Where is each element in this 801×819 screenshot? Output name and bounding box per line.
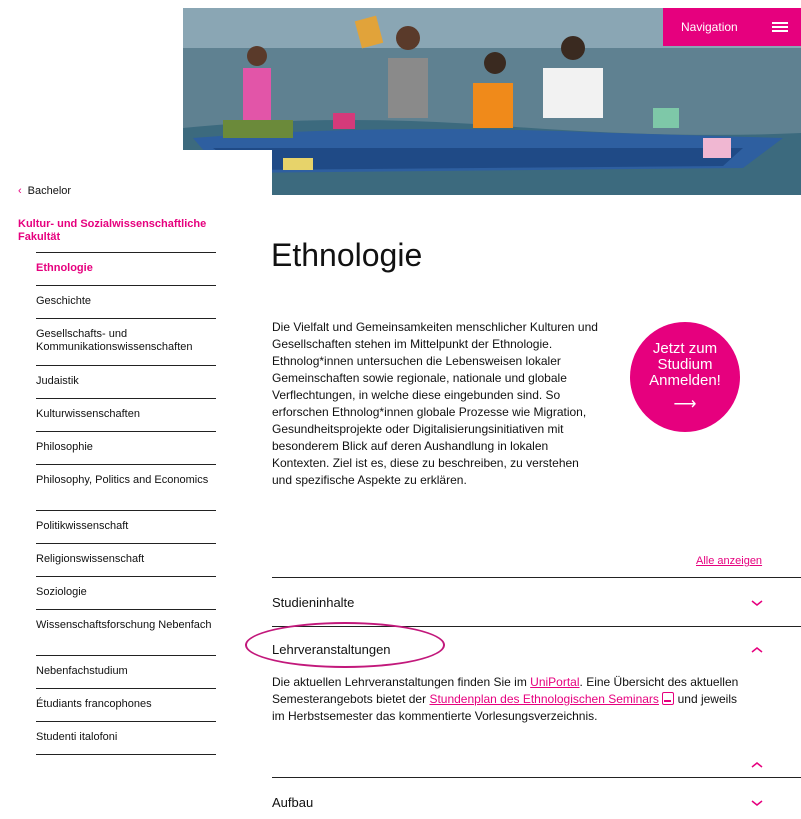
chevron-down-icon[interactable] — [750, 798, 764, 808]
chevron-down-icon[interactable] — [750, 598, 764, 608]
sidebar-item-religionswissenschaft[interactable]: Religionswissenschaft — [36, 543, 216, 576]
lv-text-1: Die aktuellen Lehrveranstaltungen finden… — [272, 675, 531, 689]
sidebar-item-wissenschaftsforschung[interactable]: Wissenschaftsforschung Nebenfach — [36, 609, 216, 655]
hamburger-icon — [772, 22, 788, 32]
sidebar-item-kulturwissenschaften[interactable]: Kulturwissenschaften — [36, 398, 216, 431]
sidebar-item-italofoni[interactable]: Studenti italofoni — [36, 721, 216, 754]
apply-now-button[interactable]: Jetzt zum Studium Anmelden! ⟶ — [630, 322, 740, 432]
accordion-studieninhalte[interactable]: Studieninhalte — [272, 595, 354, 610]
arrow-right-icon: ⟶ — [673, 396, 697, 413]
sidebar-item-soziologie[interactable]: Soziologie — [36, 576, 216, 609]
annotation-ellipse — [245, 622, 445, 668]
sidebar-item-politikwissenschaft[interactable]: Politikwissenschaft — [36, 510, 216, 543]
sidebar-item-nebenfachstudium[interactable]: Nebenfachstudium — [36, 655, 216, 688]
stundenplan-link[interactable]: Stundenplan des Ethnologischen Seminars — [429, 692, 659, 706]
sidebar-item-ppe[interactable]: Philosophy, Politics and Economics — [36, 464, 216, 510]
chevron-up-icon[interactable] — [750, 645, 764, 655]
sidebar-item-gesellschafts[interactable]: Gesellschafts- und Kommunikationswissens… — [36, 318, 216, 365]
sidebar-nav: Ethnologie Geschichte Gesellschafts- und… — [36, 252, 216, 755]
cta-line-1: Jetzt zum — [652, 340, 718, 357]
cta-line-3: Anmelden! — [649, 372, 721, 389]
sidebar-item-judaistik[interactable]: Judaistik — [36, 365, 216, 398]
page-title: Ethnologie — [271, 237, 423, 273]
back-label: Bachelor — [27, 185, 72, 197]
show-all-link[interactable]: Alle anzeigen — [696, 555, 762, 567]
chevron-up-icon[interactable] — [750, 760, 764, 770]
lehrveranstaltungen-content: Die aktuellen Lehrveranstaltungen finden… — [272, 674, 742, 725]
back-link[interactable]: ‹ Bachelor — [18, 185, 71, 197]
navigation-button[interactable]: Navigation — [663, 8, 801, 46]
sidebar-item-philosophie[interactable]: Philosophie — [36, 431, 216, 464]
accordion-divider — [272, 777, 801, 778]
sidebar-item-geschichte[interactable]: Geschichte — [36, 285, 216, 318]
accordion-aufbau[interactable]: Aufbau — [272, 795, 313, 810]
navigation-label: Navigation — [681, 20, 738, 34]
sidebar-divider — [36, 754, 216, 755]
pdf-icon — [662, 692, 675, 705]
sidebar-item-ethnologie[interactable]: Ethnologie — [36, 252, 216, 285]
chevron-left-icon: ‹ — [18, 185, 22, 197]
cta-line-2: Studium — [657, 356, 713, 373]
faculty-link[interactable]: Kultur- und Sozialwissenschaftliche Faku… — [18, 218, 218, 244]
sidebar-item-francophones[interactable]: Étudiants francophones — [36, 688, 216, 721]
intro-text: Die Vielfalt und Gemeinsamkeiten menschl… — [272, 320, 598, 487]
uniportal-link[interactable]: UniPortal — [530, 675, 579, 689]
accordion-divider — [272, 577, 801, 578]
